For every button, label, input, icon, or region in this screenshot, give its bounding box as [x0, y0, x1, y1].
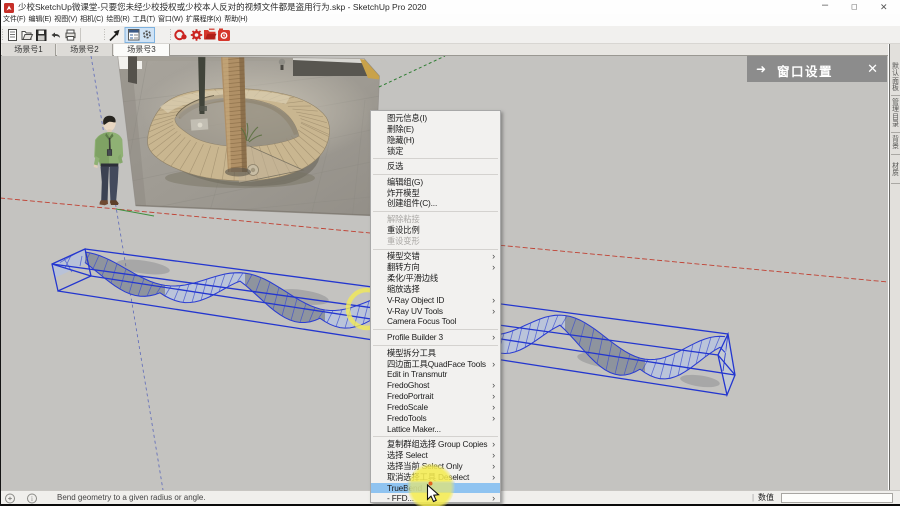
svg-text:i: i: [31, 495, 33, 503]
